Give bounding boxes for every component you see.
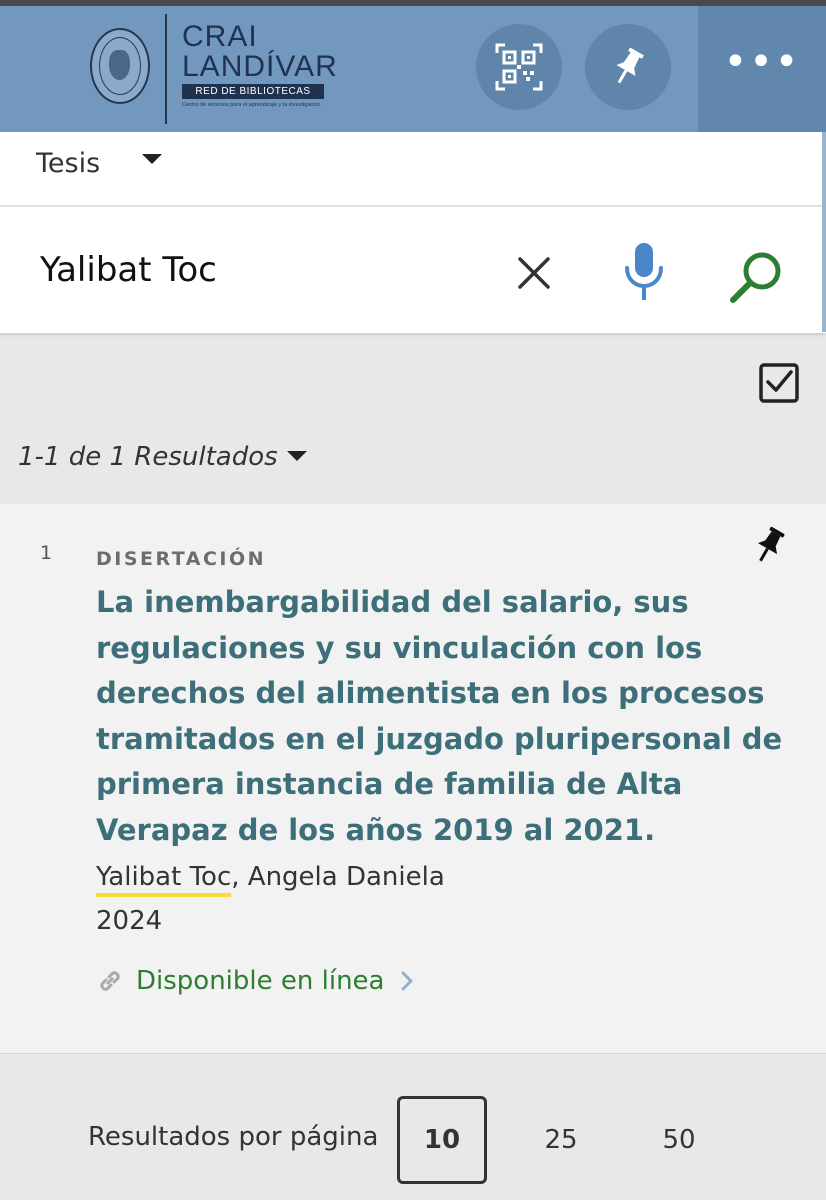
result-index: 1 [40,542,53,564]
per-page-25-button[interactable]: 25 [516,1096,606,1184]
result-card[interactable]: 1 DISERTACIÓN La inembargabilidad del sa… [0,504,826,1054]
result-author[interactable]: Yalibat Toc, Angela Daniela [96,862,445,897]
available-online-link[interactable]: Disponible en línea [96,966,415,996]
author-rest: , Angela Daniela [231,862,445,892]
per-page-50-button[interactable]: 50 [634,1096,724,1184]
search-scope-value: Tesis [36,148,101,179]
search-input[interactable] [40,243,480,297]
per-page-10-button[interactable]: 10 [397,1096,487,1184]
app-header: CRAI LANDÍVAR RED DE BIBLIOTECAS Centro … [0,6,826,132]
per-page-label: Resultados por página [88,1122,379,1152]
search-bar [0,207,826,333]
logo-landivar-text: LANDÍVAR [182,50,338,83]
more-menu-button[interactable]: ••• [698,6,826,132]
caret-down-icon[interactable] [142,154,162,164]
more-dots-icon: ••• [723,39,801,85]
link-icon [100,971,120,991]
author-highlight: Yalibat Toc [96,862,232,897]
select-all-checkbox-icon[interactable] [758,362,802,406]
result-title-link[interactable]: La inembargabilidad del salario, sus reg… [96,580,806,853]
pinned-items-button[interactable] [585,24,671,110]
logo-divider [165,14,167,124]
microphone-icon[interactable] [620,241,668,303]
result-year: 2024 [96,906,163,936]
logo-subtitle: RED DE BIBLIOTECAS [182,84,324,99]
clear-search-icon[interactable] [512,251,556,295]
chevron-right-icon [401,971,412,991]
search-icon[interactable] [728,247,788,307]
pin-icon [616,47,644,84]
university-seal-logo [90,28,150,104]
result-type: DISERTACIÓN [96,548,267,570]
logo-tagline: Centro de recursos para el aprendizaje y… [182,102,321,108]
results-count: 1-1 de 1 Resultados [18,442,278,472]
logo-crai-text: CRAI [182,20,258,53]
sort-caret-down-icon[interactable] [287,451,307,461]
qr-code-icon [495,43,543,91]
qr-code-button[interactable] [476,24,562,110]
availability-text: Disponible en línea [136,966,385,996]
pin-result-icon[interactable] [752,526,786,566]
scrollbar[interactable] [822,132,826,332]
search-scope-dropdown[interactable]: Tesis [0,132,826,206]
